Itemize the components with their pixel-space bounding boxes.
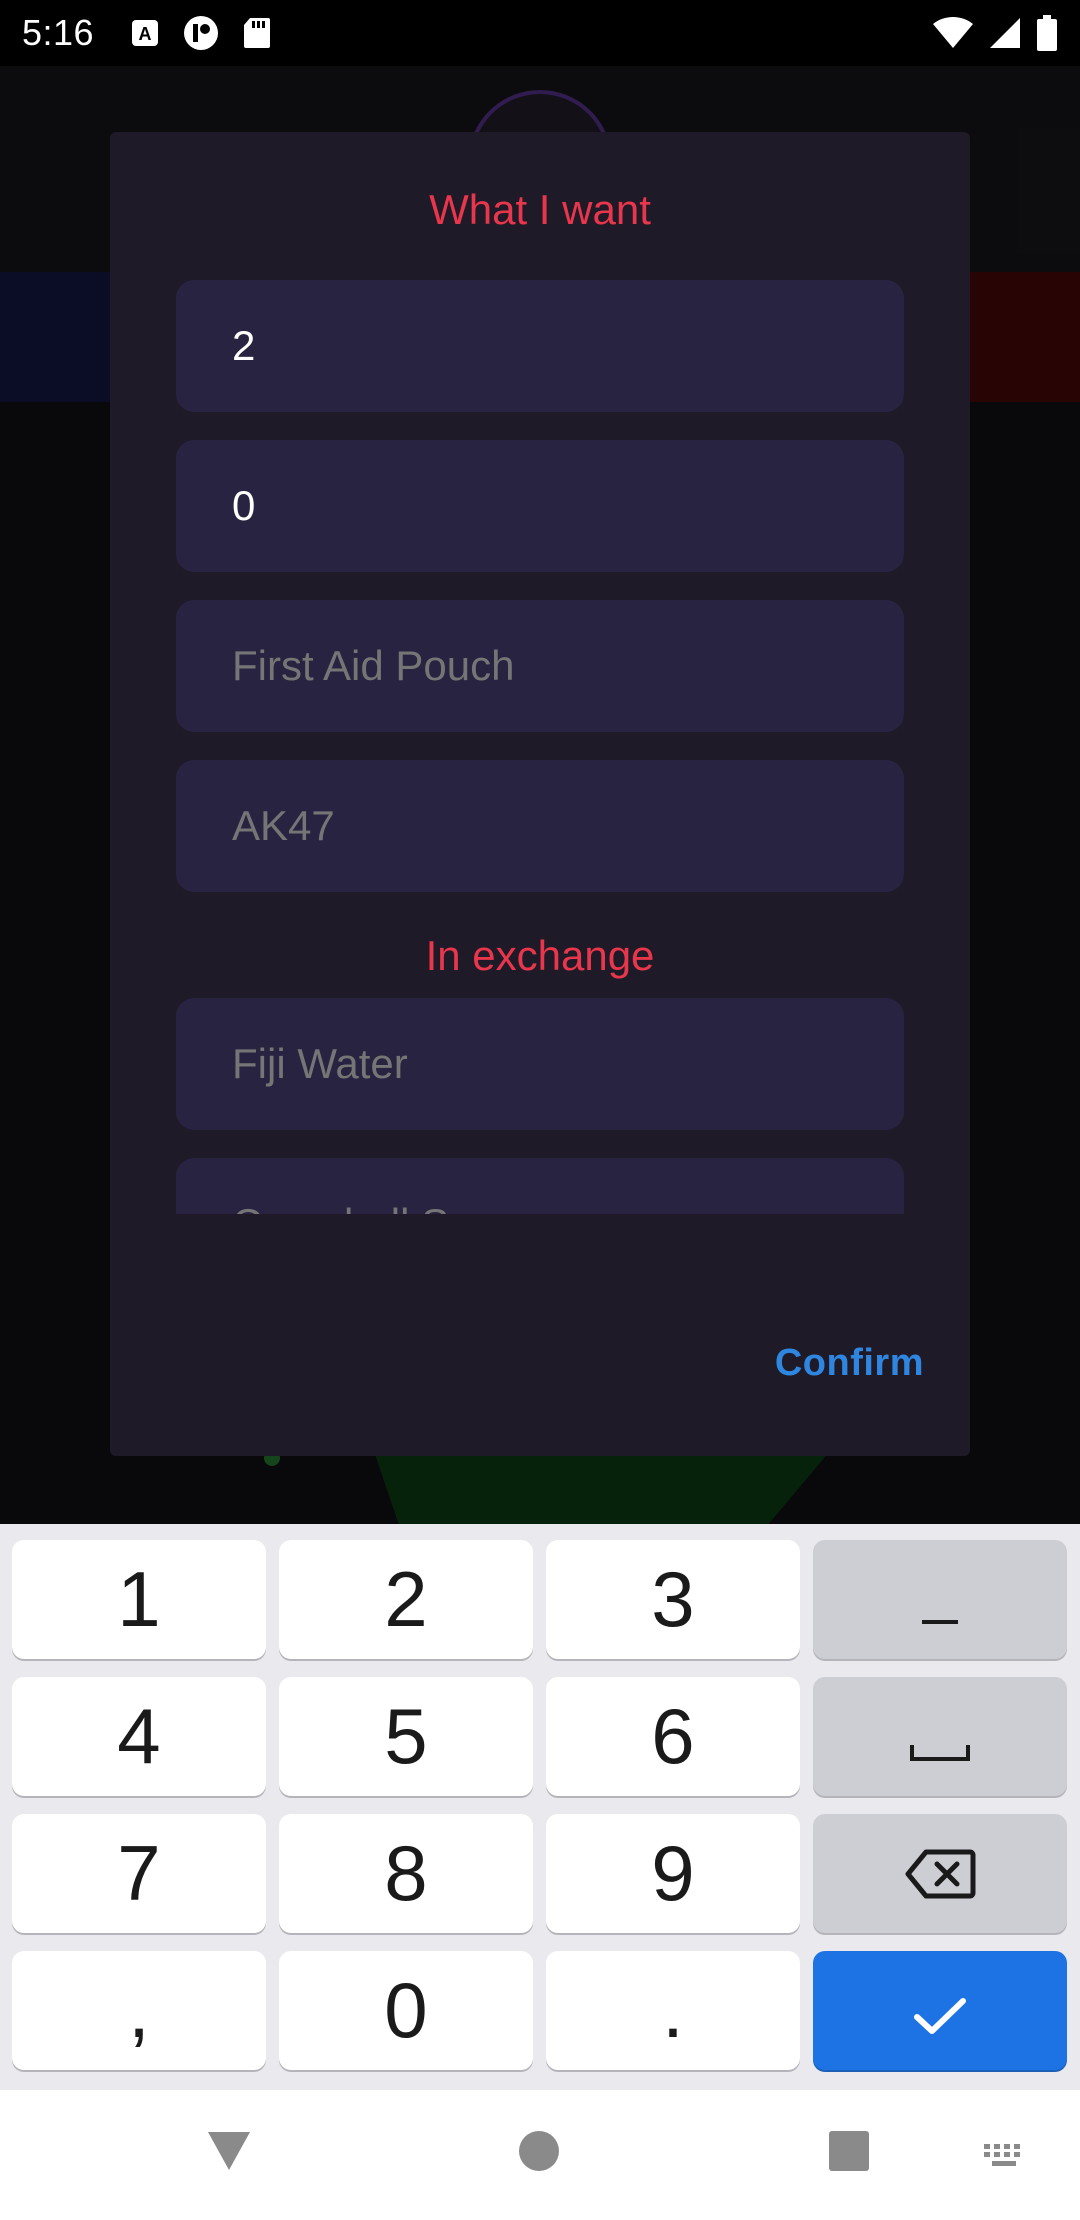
battery-icon [1036, 15, 1058, 51]
space-icon [909, 1691, 971, 1782]
recents-square-icon[interactable] [828, 2130, 870, 2172]
key-4[interactable]: 4 [12, 1677, 266, 1796]
key-space[interactable] [813, 1677, 1067, 1796]
sd-card-icon [242, 16, 272, 50]
key-9[interactable]: 9 [546, 1814, 800, 1933]
key-7[interactable]: 7 [12, 1814, 266, 1933]
want-section-title: What I want [429, 186, 651, 233]
key-6[interactable]: 6 [546, 1677, 800, 1796]
keyboard-a-icon: A [130, 18, 160, 48]
key-1[interactable]: 1 [12, 1540, 266, 1659]
navigation-bar [0, 2090, 1080, 2220]
key-5[interactable]: 5 [279, 1677, 533, 1796]
key-2[interactable]: 2 [279, 1540, 533, 1659]
status-bar: 5:16 A [0, 0, 1080, 66]
cellular-signal-icon [988, 16, 1022, 50]
keyboard-switch-icon[interactable] [982, 2142, 1028, 2168]
key-comma[interactable]: , [12, 1951, 266, 2070]
status-icons-right [932, 15, 1058, 51]
key-8[interactable]: 8 [279, 1814, 533, 1933]
want-item-input-ak47[interactable] [176, 760, 904, 892]
key-0[interactable]: 0 [279, 1951, 533, 2070]
key-enter[interactable] [813, 1951, 1067, 2070]
exchange-item-input-campbell-soup[interactable] [176, 1158, 904, 1214]
app-notification-icon [182, 14, 220, 52]
back-triangle-icon[interactable] [206, 2130, 252, 2172]
exchange-section-title: In exchange [425, 932, 655, 979]
key-backspace[interactable] [813, 1814, 1067, 1933]
want-quantity-input-2[interactable] [176, 440, 904, 572]
key-minus[interactable] [813, 1540, 1067, 1659]
numeric-keyboard: 1 2 3 4 5 6 7 8 9 , 0 . [0, 1524, 1080, 2090]
key-period[interactable]: . [546, 1951, 800, 2070]
wifi-icon [932, 16, 974, 50]
want-quantity-input-1[interactable] [176, 280, 904, 412]
want-item-input-first-aid[interactable] [176, 600, 904, 732]
backspace-icon [904, 1828, 976, 1919]
minus-icon [920, 1554, 960, 1645]
confirm-button[interactable]: Confirm [775, 1342, 924, 1385]
checkmark-icon [912, 1965, 968, 2056]
svg-text:A: A [139, 24, 152, 44]
exchange-item-input-fiji-water[interactable] [176, 998, 904, 1130]
trade-dialog: What I want In exchange Confirm [110, 132, 970, 1456]
key-3[interactable]: 3 [546, 1540, 800, 1659]
status-icons-left: A [130, 14, 272, 52]
dialog-scroll-content[interactable]: What I want In exchange [110, 132, 970, 1214]
home-circle-icon[interactable] [518, 2130, 560, 2172]
status-time: 5:16 [22, 12, 95, 53]
